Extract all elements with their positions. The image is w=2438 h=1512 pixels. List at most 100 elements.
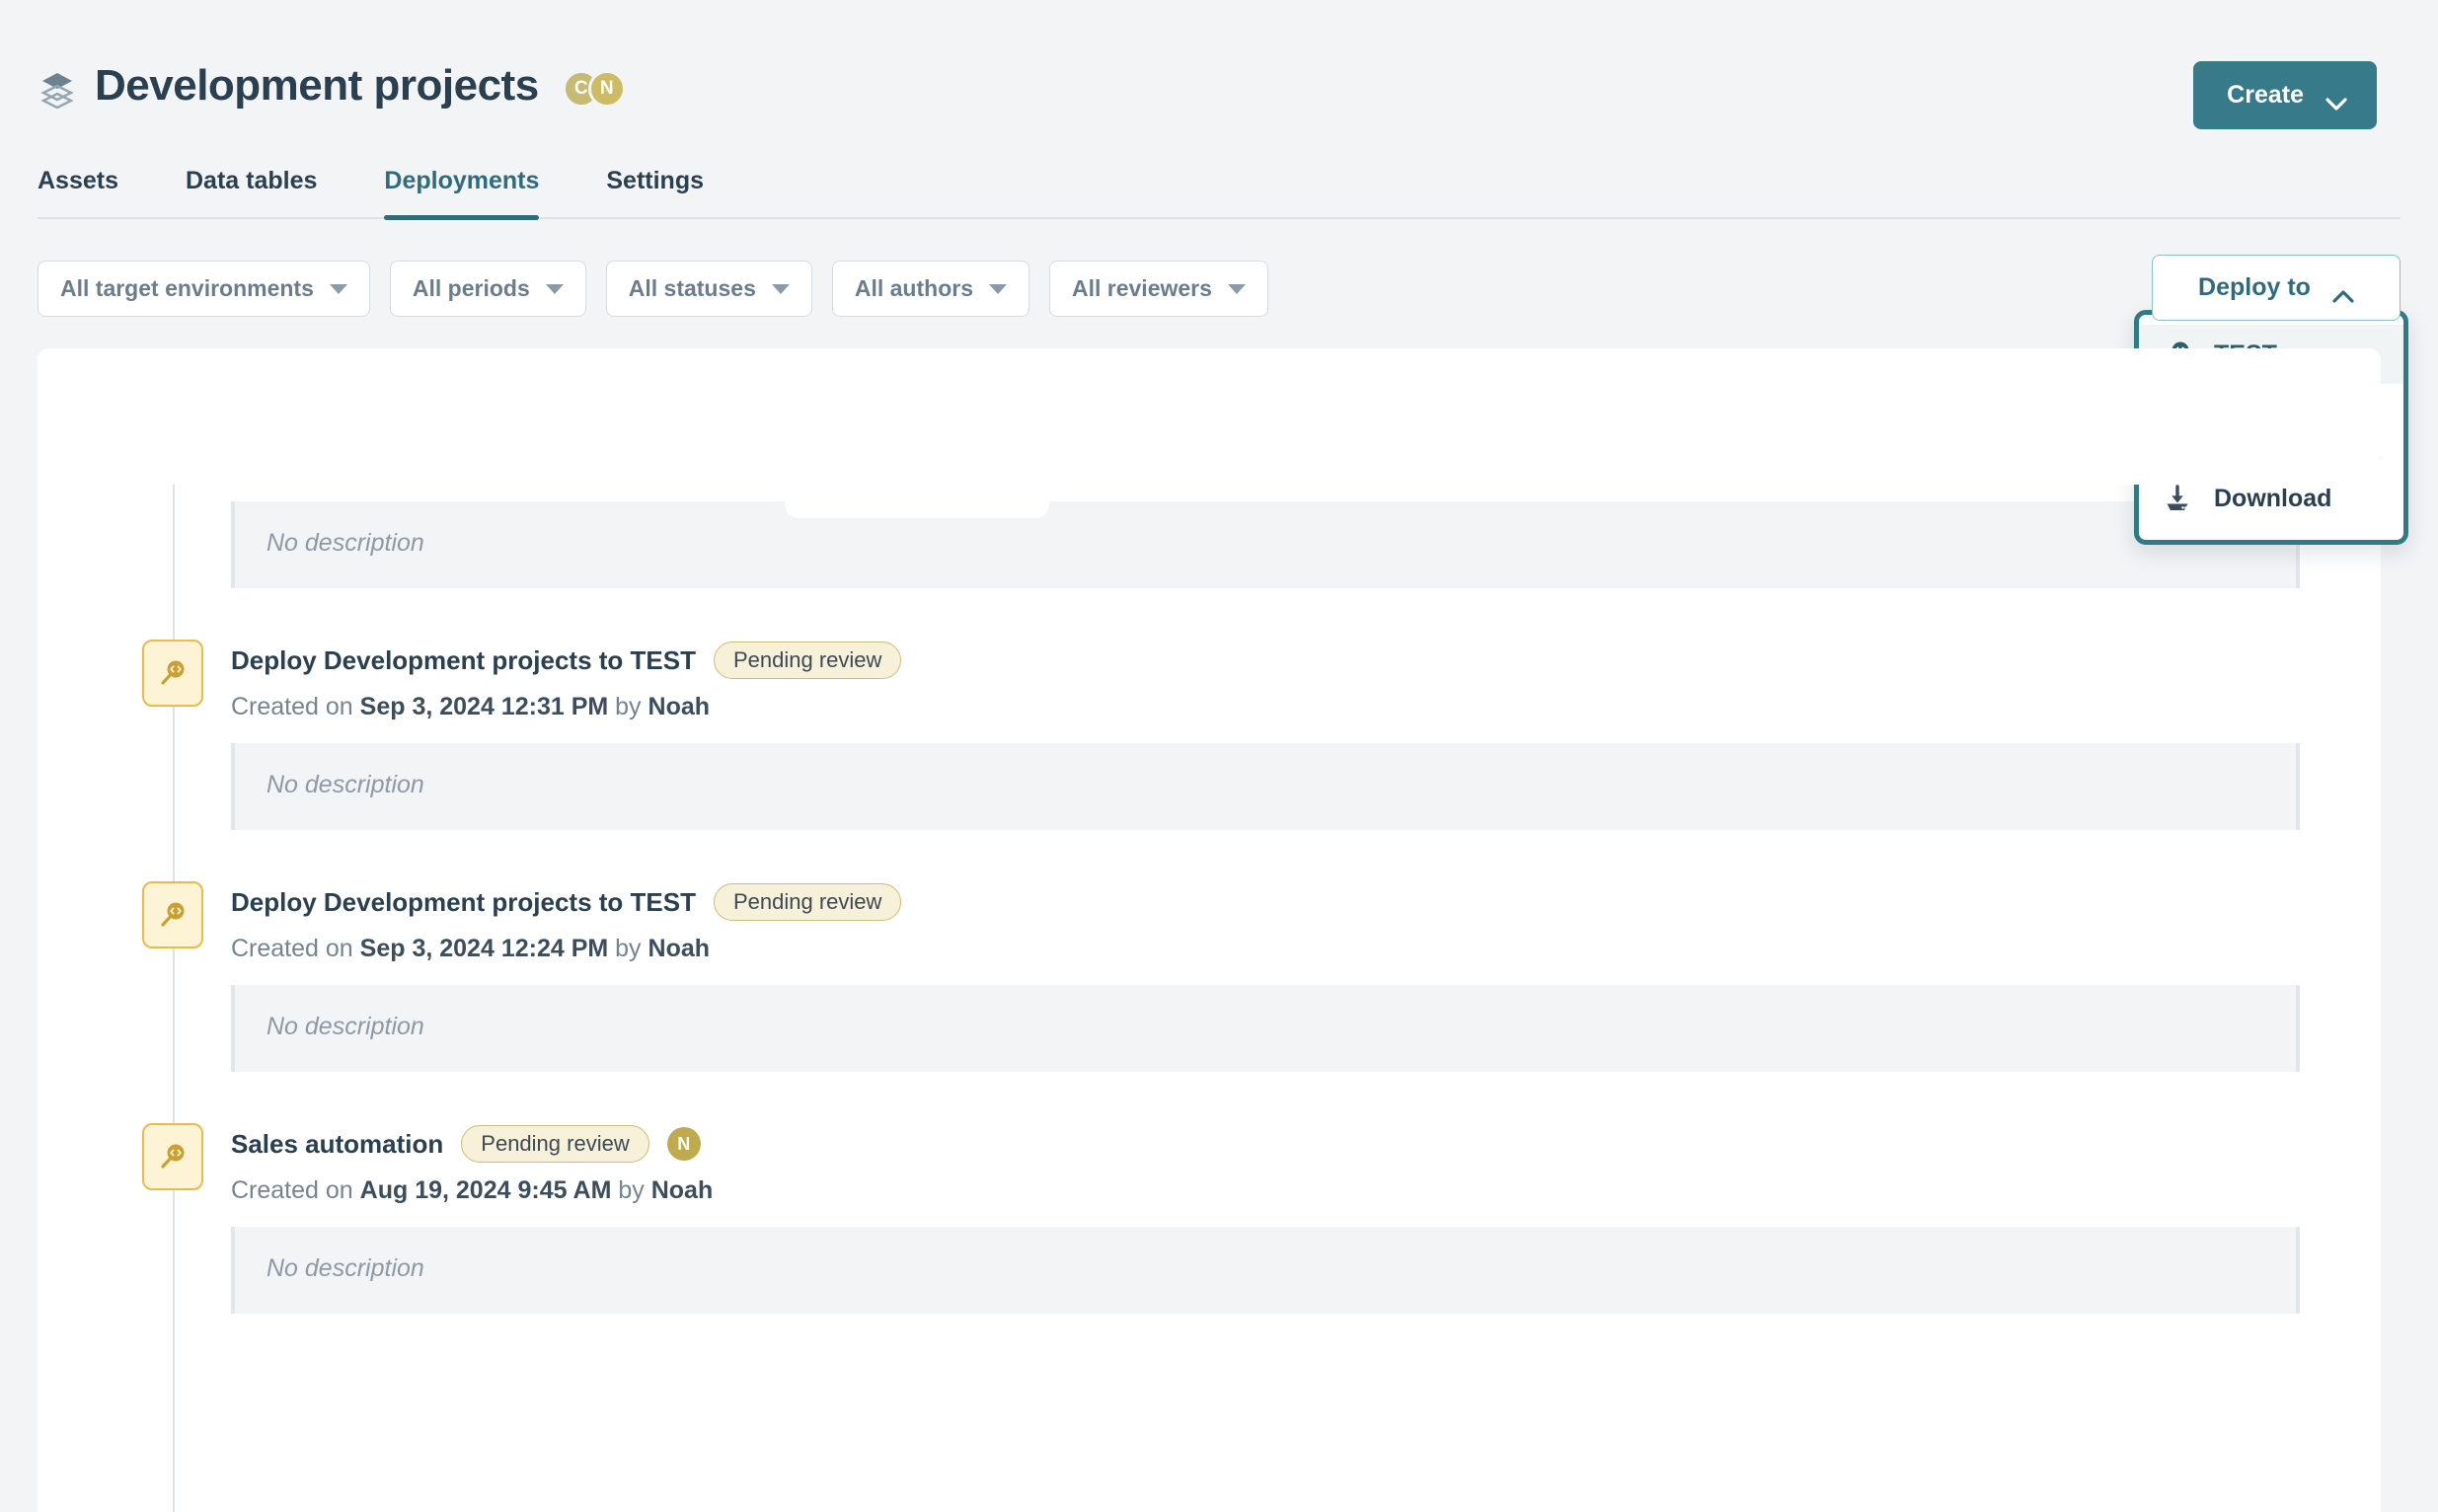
status-badge: Pending review	[713, 642, 902, 679]
download-icon	[2163, 484, 2192, 513]
page-title: Development projects	[95, 61, 539, 110]
collaborator-avatars: C N	[562, 70, 626, 108]
list-item-body: tags test Deployed Deployed to TEST on S…	[231, 400, 2381, 588]
layers-stack-icon	[38, 69, 77, 110]
list-item-body: Deploy Development projects to TEST Pend…	[231, 881, 2381, 1072]
tab-settings[interactable]: Settings	[572, 167, 737, 217]
meta-date: Aug 19, 2024 9:45 AM	[359, 1176, 612, 1204]
description-box: No description	[231, 743, 2300, 830]
filter-authors[interactable]: All authors	[831, 261, 1029, 317]
list-item-header: Sales automation Pending review N Create…	[38, 1123, 2381, 1314]
status-badge: Pending review	[713, 883, 902, 921]
deploy-to-button[interactable]: Deploy to	[2152, 255, 2400, 321]
meta-date: Sep 3, 2024 12:31 PM	[359, 693, 609, 720]
create-button-label: Create	[2227, 81, 2304, 109]
description-box: No description	[231, 1227, 2300, 1314]
list-item[interactable]: Deploy Development projects to TEST Pend…	[38, 640, 2381, 881]
list-item-title-row: tags test Deployed	[231, 402, 2381, 437]
chevron-down-icon	[2325, 89, 2347, 111]
meta-date: Sep 3, 2024 6:32 PM	[473, 451, 708, 479]
deploy-menu-item-label: Download	[2214, 484, 2332, 512]
list-item[interactable]: tags test Deployed Deployed to TEST on S…	[38, 400, 2381, 640]
meta-author: Noah	[650, 1176, 714, 1204]
list-item-header: Deploy Development projects to TEST Pend…	[38, 640, 2381, 830]
list-item[interactable]: Deploy Development projects to TEST Pend…	[38, 881, 2381, 1123]
description-text: No description	[267, 1013, 424, 1040]
code-search-icon	[142, 400, 203, 467]
page-header: Development projects C N Create	[0, 0, 2438, 129]
deploy-menu-item-test[interactable]: TEST	[2139, 325, 2403, 384]
list-item-body: Sales automation Pending review N Create…	[231, 1123, 2381, 1314]
chevron-down-icon	[771, 283, 790, 294]
deploy-menu-item-prod[interactable]: PROD	[2139, 384, 2403, 443]
list-item-meta: Deployed to TEST on Sep 3, 2024 6:32 PM …	[231, 451, 2381, 480]
deploy-to-menu: TEST PROD Download	[2134, 310, 2408, 545]
code-search-icon	[2163, 340, 2192, 369]
list-item-body: Deploy Development projects to TEST Pend…	[231, 640, 2381, 830]
filter-statuses[interactable]: All statuses	[605, 261, 812, 317]
filter-periods[interactable]: All periods	[389, 261, 586, 317]
chevron-down-icon	[545, 283, 564, 294]
list-item-title[interactable]: tags test	[231, 405, 337, 435]
deploy-menu-item-label: TEST	[2214, 340, 2277, 368]
meta-by: by	[615, 935, 642, 962]
filter-target-environments[interactable]: All target environments	[38, 261, 370, 317]
deploy-to-dropdown: Deploy to TEST PROD Download	[2134, 255, 2408, 545]
chevron-down-icon	[329, 283, 347, 294]
list-item-title[interactable]: Sales automation	[231, 1129, 443, 1160]
chevron-down-icon	[1227, 283, 1246, 294]
avatar[interactable]: N	[587, 70, 626, 108]
list-item-header: tags test Deployed Deployed to TEST on S…	[38, 400, 2381, 588]
list-item-title-row: Deploy Development projects to TEST Pend…	[231, 883, 2381, 921]
description-text: No description	[267, 771, 424, 798]
meta-by: by	[615, 693, 642, 720]
filter-label: All periods	[412, 275, 530, 301]
meta-prefix: Created on	[231, 1176, 353, 1204]
filter-label: All authors	[854, 275, 973, 301]
list-item-header: Deploy Development projects to TEST Pend…	[38, 881, 2381, 1072]
meta-author: Noah	[747, 451, 809, 479]
tab-deployments[interactable]: Deployments	[350, 167, 572, 220]
list-item[interactable]: Sales automation Pending review N Create…	[38, 1123, 2381, 1365]
status-badge: Pending review	[461, 1125, 649, 1163]
list-item-title-row: Sales automation Pending review N	[231, 1125, 2381, 1163]
deploy-menu-item-download[interactable]: Download	[2139, 469, 2403, 528]
meta-prefix: Deployed to TEST on	[231, 451, 467, 479]
tab-assets[interactable]: Assets	[38, 167, 152, 217]
deploy-to-button-label: Deploy to	[2198, 273, 2311, 301]
description-box: No description	[231, 501, 2300, 588]
list-item-meta: Created on Sep 3, 2024 12:24 PM by Noah	[231, 935, 2381, 963]
meta-prefix: Created on	[231, 935, 353, 962]
filter-label: All target environments	[60, 275, 314, 301]
chevron-down-icon	[988, 283, 1007, 294]
filter-reviewers[interactable]: All reviewers	[1048, 261, 1268, 317]
list-item-meta: Created on Aug 19, 2024 9:45 AM by Noah	[231, 1176, 2381, 1205]
menu-divider	[2161, 457, 2382, 459]
deploy-menu-item-label: PROD	[2214, 399, 2286, 427]
meta-author: Noah	[648, 935, 711, 962]
list-item-meta: Created on Sep 3, 2024 12:31 PM by Noah	[231, 693, 2381, 721]
status-badge: Deployed	[353, 402, 484, 437]
tab-data-tables[interactable]: Data tables	[152, 167, 350, 217]
filter-label: All reviewers	[1071, 275, 1212, 301]
list-item-title-row: Deploy Development projects to TEST Pend…	[231, 642, 2381, 679]
code-search-icon	[142, 640, 203, 707]
list-item-title[interactable]: Deploy Development projects to TEST	[231, 645, 696, 676]
list-item-title[interactable]: Deploy Development projects to TEST	[231, 887, 696, 918]
meta-by: by	[714, 451, 741, 479]
reviewer-avatar[interactable]: N	[666, 1127, 701, 1161]
meta-prefix: Created on	[231, 693, 353, 720]
filter-bar: All target environments All periods All …	[0, 219, 2438, 545]
filter-label: All statuses	[628, 275, 756, 301]
code-search-icon	[142, 881, 203, 948]
create-button[interactable]: Create	[2193, 61, 2377, 129]
chevron-up-icon	[2332, 281, 2354, 303]
description-text: No description	[267, 1254, 424, 1282]
meta-by: by	[618, 1176, 645, 1204]
description-text: No description	[267, 529, 424, 557]
meta-author: Noah	[648, 693, 711, 720]
code-search-icon	[142, 1123, 203, 1190]
tab-bar: Assets Data tables Deployments Settings	[38, 167, 2400, 220]
meta-date: Sep 3, 2024 12:24 PM	[359, 935, 609, 962]
deployments-list-card: tags test Deployed Deployed to TEST on S…	[38, 348, 2381, 1512]
